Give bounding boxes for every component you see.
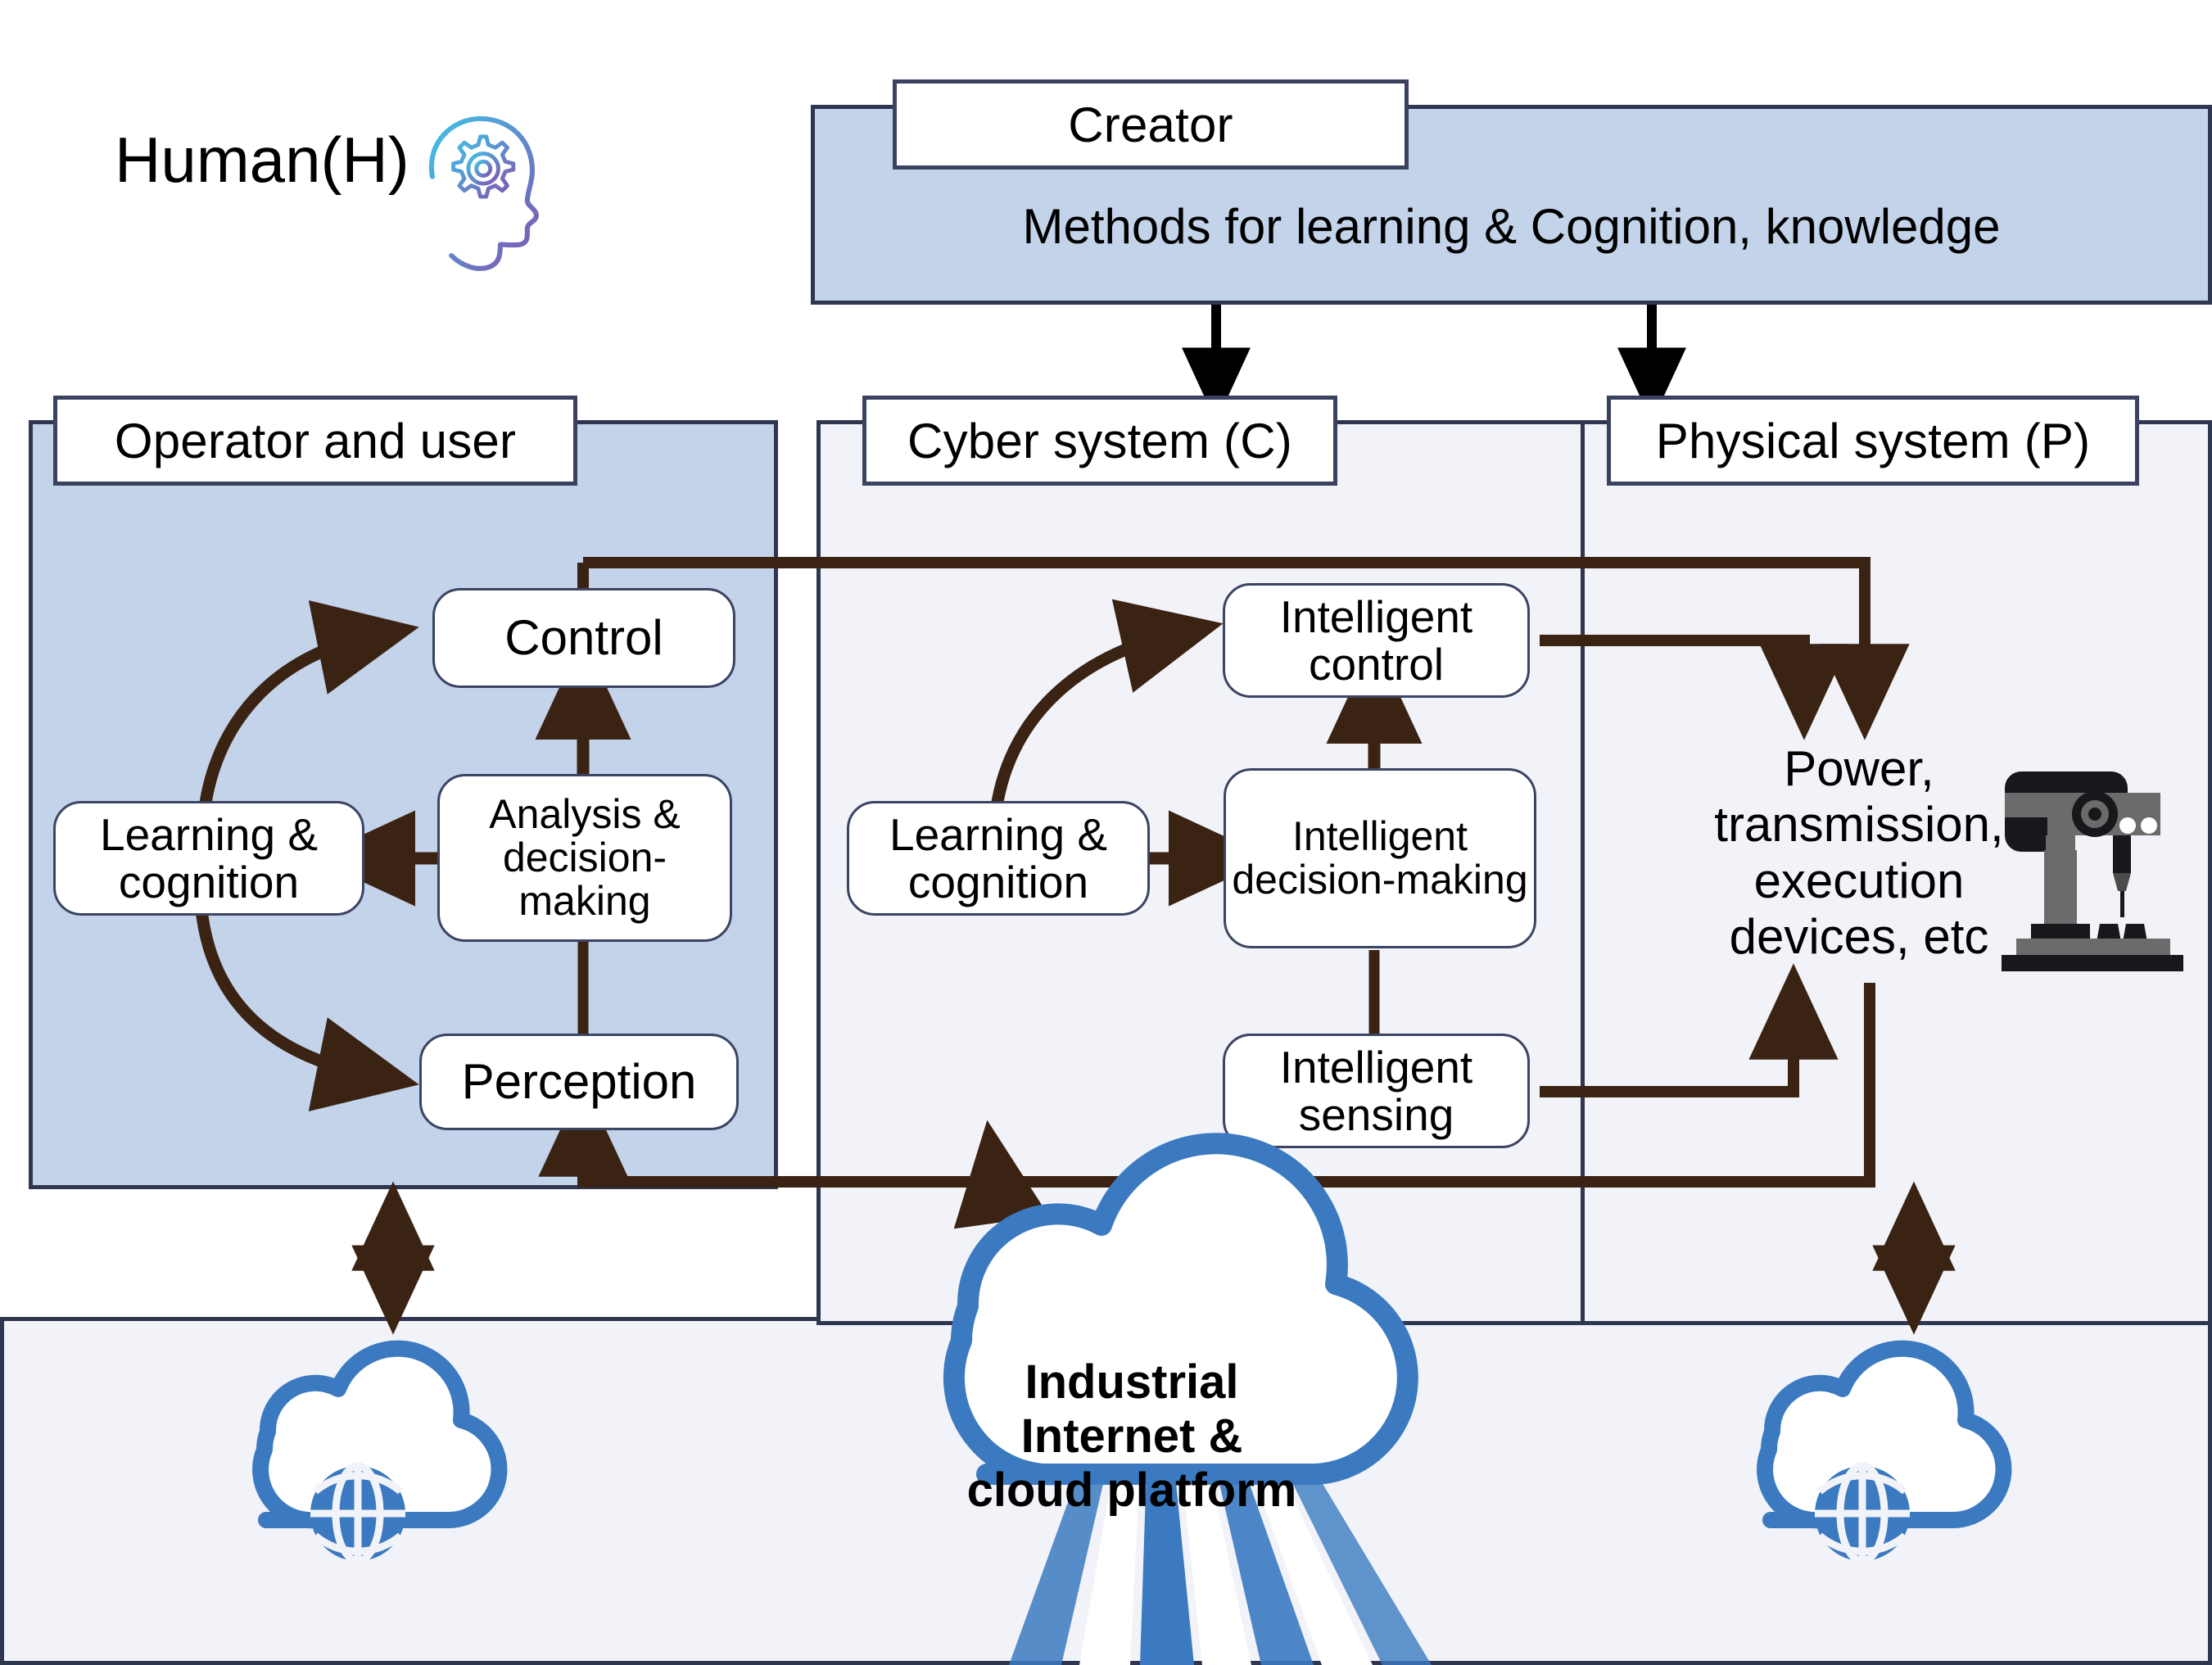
head-gear-icon bbox=[428, 115, 539, 271]
industrial-internet-cloud-label: Industrial Internet & cloud platform bbox=[966, 1355, 1297, 1518]
node-analysis-decision-making[interactable]: Analysis & decision-making bbox=[437, 774, 732, 942]
diagram-canvas: Methods for learning & Cognition, knowle… bbox=[0, 0, 2212, 1665]
node-intelligent-control[interactable]: Intelligent control bbox=[1223, 583, 1530, 698]
node-intelligent-sensing[interactable]: Intelligent sensing bbox=[1223, 1034, 1530, 1148]
physical-system-body-text: Power, transmission, execution devices, … bbox=[1714, 741, 2004, 965]
node-control-label: Control bbox=[504, 610, 663, 666]
node-control[interactable]: Control bbox=[432, 588, 735, 688]
node-learning-cognition-operator[interactable]: Learning & cognition bbox=[53, 801, 364, 916]
physical-system-tab[interactable]: Physical system (P) bbox=[1607, 396, 2139, 486]
node-intelligent-sensing-label: Intelligent sensing bbox=[1279, 1041, 1473, 1140]
node-intelligent-decision-making[interactable]: Intelligent decision-making bbox=[1224, 768, 1536, 948]
node-learning-cognition-operator-label: Learning & cognition bbox=[99, 808, 319, 907]
creator-banner-text: Methods for learning & Cognition, knowle… bbox=[1022, 199, 2001, 254]
node-intelligent-control-label: Intelligent control bbox=[1279, 590, 1473, 690]
node-intelligent-decision-making-label: Intelligent decision-making bbox=[1232, 813, 1528, 903]
node-perception-label: Perception bbox=[461, 1054, 697, 1110]
creator-tab[interactable]: Creator bbox=[893, 79, 1409, 170]
node-analysis-decision-making-label: Analysis & decision-making bbox=[489, 791, 681, 924]
node-learning-cognition-cyber[interactable]: Learning & cognition bbox=[847, 801, 1150, 916]
cyber-system-tab[interactable]: Cyber system (C) bbox=[862, 396, 1337, 486]
node-perception[interactable]: Perception bbox=[419, 1034, 739, 1130]
node-learning-cognition-cyber-label: Learning & cognition bbox=[889, 808, 1108, 907]
human-label: Human(H) bbox=[115, 124, 409, 196]
operator-and-user-tab[interactable]: Operator and user bbox=[53, 396, 577, 486]
